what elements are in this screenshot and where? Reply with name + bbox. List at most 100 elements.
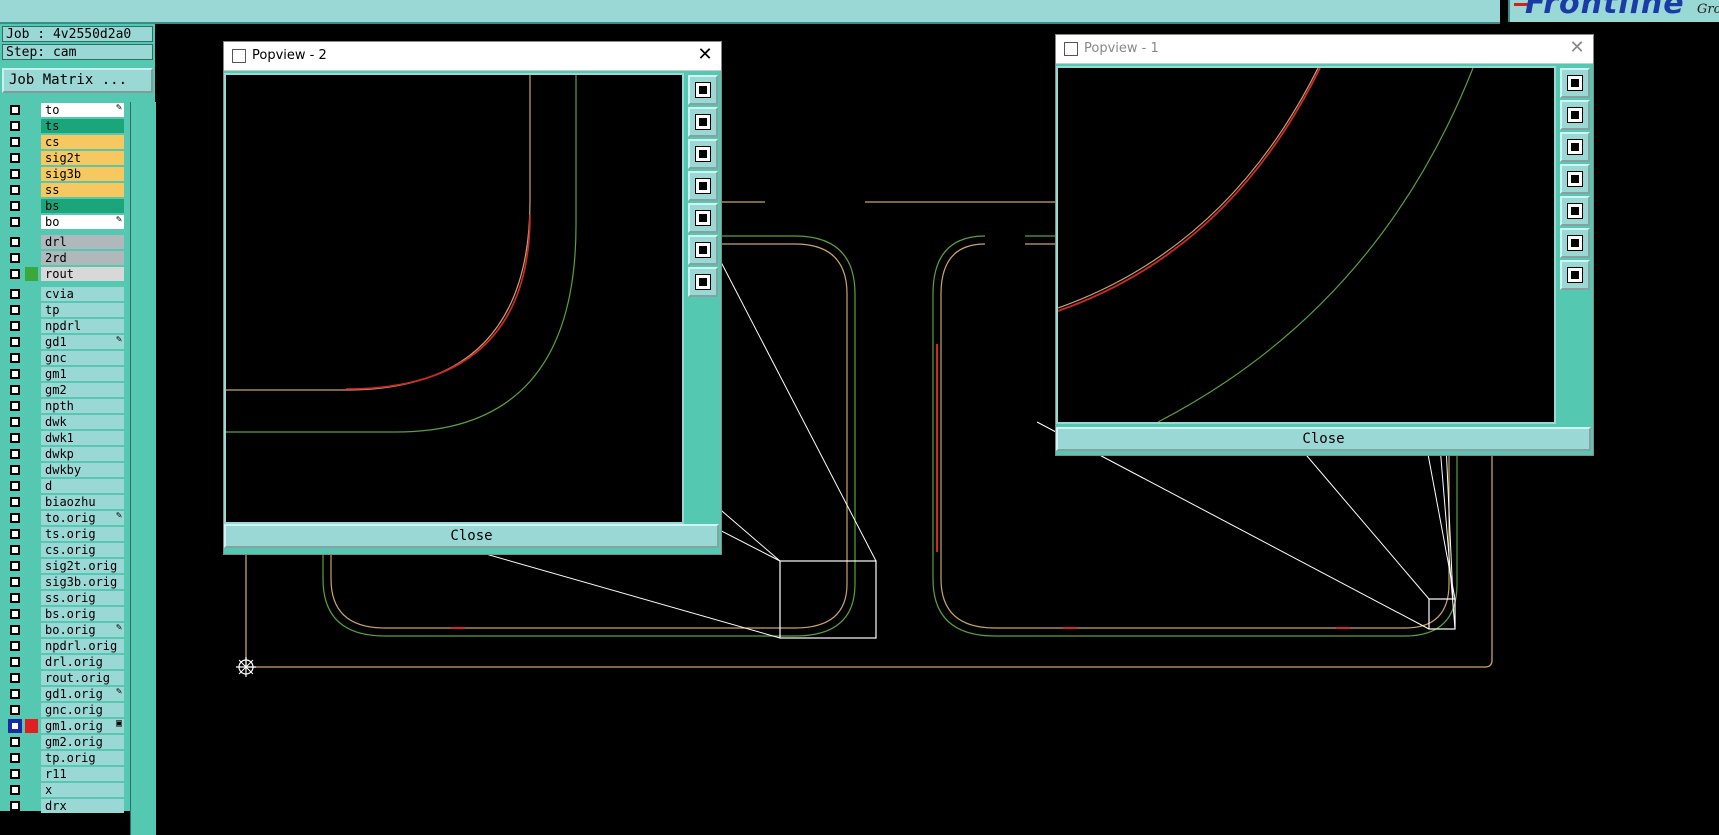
- layer-name[interactable]: 2rd: [41, 251, 124, 265]
- layer-affected-checkbox[interactable]: [10, 561, 20, 571]
- popview-1-close-x[interactable]: ✕: [1567, 37, 1587, 59]
- layer-name[interactable]: npdrl: [41, 319, 124, 333]
- layer-row[interactable]: bo.orig ✎: [4, 622, 124, 638]
- layer-row[interactable]: ss.orig: [4, 590, 124, 606]
- layer-name[interactable]: d: [41, 479, 124, 493]
- layer-name[interactable]: ss: [41, 183, 124, 197]
- layer-row[interactable]: bo ✎: [4, 214, 124, 230]
- layer-affected-checkbox[interactable]: [10, 305, 20, 315]
- layer-row[interactable]: drx: [4, 798, 124, 814]
- layer-name[interactable]: drl.orig: [41, 655, 124, 669]
- layer-name[interactable]: npth: [41, 399, 124, 413]
- layer-name[interactable]: sig2t.orig: [41, 559, 124, 573]
- layer-name[interactable]: gm1: [41, 367, 124, 381]
- layer-row[interactable]: ts.orig: [4, 526, 124, 542]
- move-left-button[interactable]: [688, 171, 718, 201]
- layer-affected-checkbox[interactable]: [10, 169, 20, 179]
- zoom-center-button[interactable]: [1560, 260, 1590, 290]
- layer-name[interactable]: ts.orig: [41, 527, 124, 541]
- layer-row[interactable]: cs: [4, 134, 124, 150]
- layer-row[interactable]: gd1.orig ✎: [4, 686, 124, 702]
- layer-row[interactable]: dwkp: [4, 446, 124, 462]
- layer-affected-checkbox[interactable]: [10, 105, 20, 115]
- layer-affected-checkbox[interactable]: [10, 217, 20, 227]
- layer-affected-checkbox[interactable]: [10, 449, 20, 459]
- layer-name[interactable]: dwkby: [41, 463, 124, 477]
- move-down-button[interactable]: [1560, 132, 1590, 162]
- layer-display-color[interactable]: [25, 719, 38, 733]
- zoom-center-button[interactable]: [688, 267, 718, 297]
- layer-name[interactable]: ss.orig: [41, 591, 124, 605]
- layer-name[interactable]: gnc.orig: [41, 703, 124, 717]
- layer-row[interactable]: gm2.orig: [4, 734, 124, 750]
- layer-row[interactable]: sig3b.orig: [4, 574, 124, 590]
- layer-row[interactable]: dwkby: [4, 462, 124, 478]
- layer-affected-checkbox[interactable]: [10, 609, 20, 619]
- popview-1-view[interactable]: [1056, 66, 1556, 424]
- layer-row[interactable]: to.orig ✎: [4, 510, 124, 526]
- move-up-button[interactable]: [1560, 100, 1590, 130]
- layer-name[interactable]: x: [41, 783, 124, 797]
- layer-name[interactable]: gd1.orig: [41, 687, 124, 701]
- layer-name[interactable]: dwk1: [41, 431, 124, 445]
- layer-name[interactable]: biaozhu: [41, 495, 124, 509]
- layer-row[interactable]: r11: [4, 766, 124, 782]
- layer-name[interactable]: sig2t: [41, 151, 124, 165]
- layer-name[interactable]: sig3b.orig: [41, 575, 124, 589]
- layer-name[interactable]: drl: [41, 235, 124, 249]
- layer-affected-checkbox[interactable]: [10, 721, 20, 731]
- layer-row[interactable]: biaozhu: [4, 494, 124, 510]
- layer-affected-checkbox[interactable]: [10, 625, 20, 635]
- layer-affected-checkbox[interactable]: [10, 137, 20, 147]
- job-matrix-button[interactable]: Job Matrix ...: [2, 68, 153, 93]
- layer-row[interactable]: gnc.orig: [4, 702, 124, 718]
- layer-affected-checkbox[interactable]: [10, 673, 20, 683]
- layer-affected-checkbox[interactable]: [10, 401, 20, 411]
- layer-affected-checkbox[interactable]: [10, 545, 20, 555]
- zoom-popup-button[interactable]: [1560, 68, 1590, 98]
- layer-name[interactable]: bs.orig: [41, 607, 124, 621]
- layer-affected-checkbox[interactable]: [10, 321, 20, 331]
- layer-row[interactable]: 2rd: [4, 250, 124, 266]
- layer-affected-checkbox[interactable]: [10, 185, 20, 195]
- layer-row[interactable]: drl.orig: [4, 654, 124, 670]
- zoom-fit-button[interactable]: [1560, 228, 1590, 258]
- layer-name[interactable]: sig3b: [41, 167, 124, 181]
- layer-row[interactable]: rout: [4, 266, 124, 282]
- layer-name[interactable]: gd1: [41, 335, 124, 349]
- layer-row[interactable]: ss: [4, 182, 124, 198]
- layer-affected-checkbox[interactable]: [10, 369, 20, 379]
- layer-name[interactable]: to.orig: [41, 511, 124, 525]
- move-down-button[interactable]: [688, 139, 718, 169]
- layer-row[interactable]: npdrl.orig: [4, 638, 124, 654]
- layer-row[interactable]: ts: [4, 118, 124, 134]
- layer-affected-checkbox[interactable]: [10, 529, 20, 539]
- layer-row[interactable]: sig3b: [4, 166, 124, 182]
- zoom-popup-button[interactable]: [688, 75, 718, 105]
- layer-affected-checkbox[interactable]: [10, 593, 20, 603]
- layer-row[interactable]: sig2t.orig: [4, 558, 124, 574]
- zoom-fit-button[interactable]: [688, 235, 718, 265]
- layer-affected-checkbox[interactable]: [10, 657, 20, 667]
- layer-display-color[interactable]: [25, 267, 38, 281]
- layer-row[interactable]: sig2t: [4, 150, 124, 166]
- popview-2-view[interactable]: [224, 73, 684, 524]
- layer-affected-checkbox[interactable]: [10, 705, 20, 715]
- layer-affected-checkbox[interactable]: [10, 801, 20, 811]
- layer-row[interactable]: bs.orig: [4, 606, 124, 622]
- layer-name[interactable]: r11: [41, 767, 124, 781]
- layer-affected-checkbox[interactable]: [10, 753, 20, 763]
- layer-affected-checkbox[interactable]: [10, 641, 20, 651]
- layer-row[interactable]: gm2: [4, 382, 124, 398]
- layer-affected-checkbox[interactable]: [10, 385, 20, 395]
- popview-1-close-button[interactable]: Close: [1056, 427, 1591, 451]
- layer-row[interactable]: cvia: [4, 286, 124, 302]
- layer-row[interactable]: rout.orig: [4, 670, 124, 686]
- move-up-button[interactable]: [688, 107, 718, 137]
- layer-affected-checkbox[interactable]: [10, 237, 20, 247]
- move-right-button[interactable]: [688, 203, 718, 233]
- layer-affected-checkbox[interactable]: [10, 353, 20, 363]
- layer-row[interactable]: gm1: [4, 366, 124, 382]
- move-right-button[interactable]: [1560, 196, 1590, 226]
- popview-1-titlebar[interactable]: Popview - 1 ✕: [1056, 35, 1593, 64]
